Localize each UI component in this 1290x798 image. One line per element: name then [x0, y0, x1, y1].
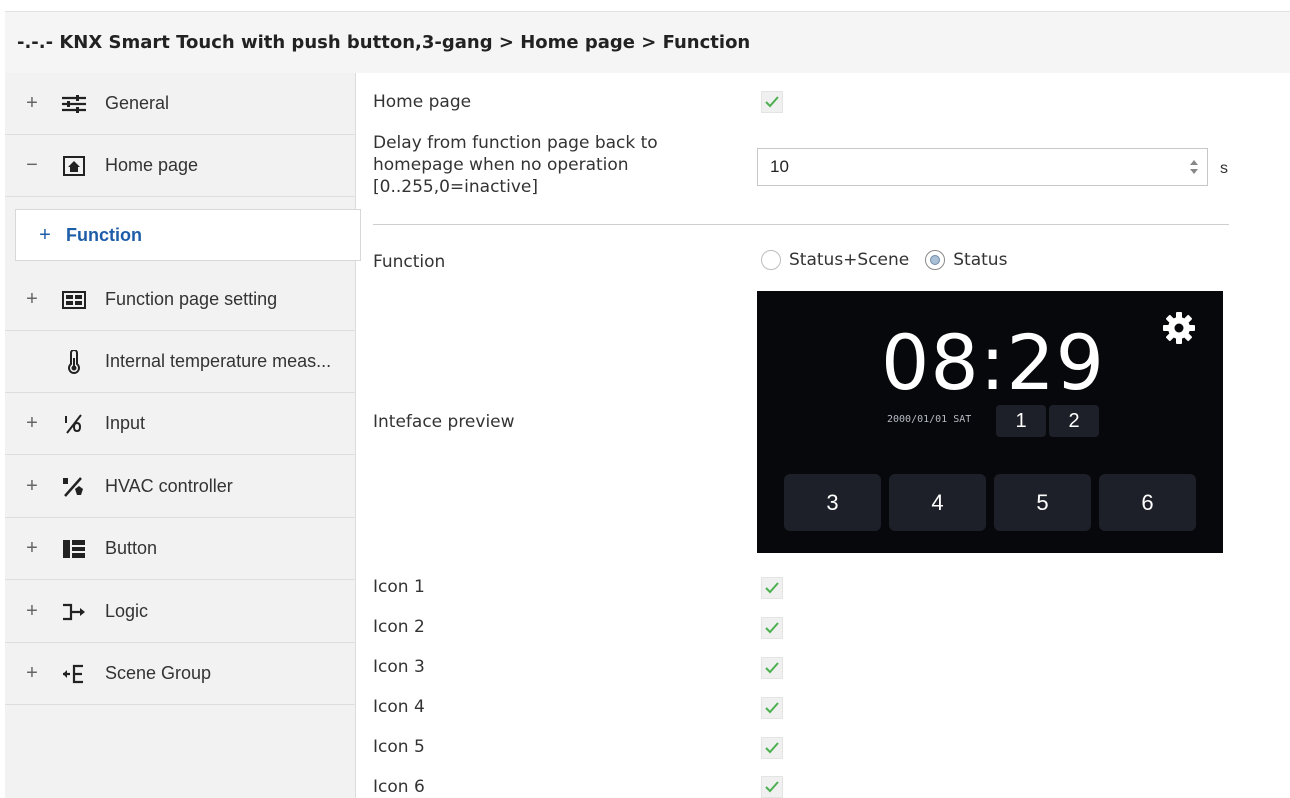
sliders-icon [59, 91, 89, 117]
home-page-checkbox[interactable] [761, 91, 783, 113]
checkmark-icon [765, 662, 779, 674]
icon-3-checkbox[interactable] [761, 657, 783, 679]
icon-5-label: Icon 5 [373, 737, 425, 757]
sidebar-item-label: Home page [105, 155, 199, 175]
sidebar-item-function-page-setting[interactable]: + Function page setting [5, 269, 356, 331]
expand-icon[interactable]: + [19, 475, 45, 498]
icon-5-checkbox[interactable] [761, 737, 783, 759]
checkmark-icon [765, 622, 779, 634]
preview-button-5: 5 [994, 474, 1091, 531]
icon-2-label: Icon 2 [373, 617, 425, 637]
sidebar-item-label: Function page setting [105, 289, 278, 309]
icon-2-checkbox[interactable] [761, 617, 783, 639]
expand-icon[interactable]: + [19, 288, 45, 311]
sidebar-item-label: General [105, 93, 170, 113]
sidebar-item-label: Internal temperature meas... [105, 351, 332, 371]
checkmark-icon [765, 702, 779, 714]
checkmark-icon [765, 781, 779, 793]
sidebar-item-label: Function [66, 224, 142, 245]
radio-label-status-scene[interactable]: Status+Scene [789, 250, 909, 270]
home-icon [59, 153, 89, 179]
sidebar-item-label: Logic [105, 601, 149, 621]
scene-group-icon [59, 661, 89, 687]
home-page-label: Home page [373, 92, 472, 112]
clock-time: 08:29 [881, 318, 1106, 407]
collapse-icon[interactable]: − [19, 154, 45, 177]
delay-label: Delay from function page back to homepag… [373, 133, 658, 197]
expand-icon[interactable]: + [19, 662, 45, 685]
checkmark-icon [765, 582, 779, 594]
spinner-icon[interactable] [1189, 157, 1199, 177]
radio-status-scene[interactable] [761, 250, 781, 270]
expand-icon[interactable]: + [19, 537, 45, 560]
radio-status[interactable] [925, 250, 946, 270]
delay-value: 10 [770, 157, 789, 176]
checkmark-icon [765, 96, 779, 108]
gear-icon [1163, 312, 1195, 344]
icon-1-label: Icon 1 [373, 577, 425, 597]
preview-button-2: 2 [1049, 405, 1099, 437]
function-label: Function [373, 252, 446, 272]
function-radio-group: Status+Scene Status [761, 250, 1007, 270]
icon-4-checkbox[interactable] [761, 697, 783, 719]
sidebar-item-label: Button [105, 538, 158, 558]
sidebar-item-scene-group[interactable]: + Scene Group [5, 643, 356, 705]
radio-label-status[interactable]: Status [953, 250, 1007, 270]
expand-icon[interactable]: + [19, 412, 45, 435]
sidebar-item-internal-temperature[interactable]: Internal temperature meas... [5, 331, 356, 393]
hvac-icon [59, 474, 89, 500]
icon-1-checkbox[interactable] [761, 577, 783, 599]
preview-button-3: 3 [784, 474, 881, 531]
preview-button-6: 6 [1099, 474, 1196, 531]
breadcrumb-bar: -.-.- KNX Smart Touch with push button,3… [5, 11, 1290, 73]
sidebar-item-general[interactable]: + General [5, 73, 356, 135]
clock-date: 2000/01/01 SAT [887, 414, 972, 425]
interface-preview: 08:29 2000/01/01 SAT 1 2 3 4 5 6 [757, 291, 1223, 553]
icon-6-checkbox[interactable] [761, 776, 783, 798]
expand-icon[interactable]: + [19, 600, 45, 623]
icon-3-label: Icon 3 [373, 657, 425, 677]
sidebar-item-button[interactable]: + Button [5, 518, 356, 580]
thermometer-icon [59, 349, 89, 375]
preview-label: Inteface preview [373, 412, 515, 432]
checkmark-icon [765, 742, 779, 754]
expand-icon[interactable]: + [32, 224, 58, 247]
expand-icon[interactable]: + [19, 92, 45, 115]
icon-6-label: Icon 6 [373, 777, 425, 797]
sidebar-item-logic[interactable]: + Logic [5, 581, 356, 643]
parameter-panel: Home page Delay from function page back … [356, 73, 1290, 798]
sidebar-item-home-page[interactable]: − Home page [5, 135, 356, 197]
sidebar-item-input[interactable]: + Input [5, 393, 356, 455]
sidebar-item-label: Input [105, 413, 146, 433]
input-icon [59, 411, 89, 437]
breadcrumb: -.-.- KNX Smart Touch with push button,3… [17, 32, 751, 53]
grid-icon [59, 287, 89, 313]
preview-button-4: 4 [889, 474, 986, 531]
sidebar: + General − Home page + Function + Funct… [5, 73, 361, 798]
sidebar-item-label: Scene Group [105, 663, 212, 683]
delay-unit: s [1220, 160, 1228, 177]
logic-icon [59, 599, 89, 625]
preview-button-1: 1 [996, 405, 1046, 437]
button-icon [59, 536, 89, 562]
sidebar-item-label: HVAC controller [105, 476, 233, 496]
delay-input[interactable]: 10 [757, 148, 1208, 186]
icon-4-label: Icon 4 [373, 697, 425, 717]
divider [373, 224, 1229, 225]
sidebar-item-function[interactable]: + Function [15, 209, 361, 261]
sidebar-item-hvac-controller[interactable]: + HVAC controller [5, 456, 356, 518]
